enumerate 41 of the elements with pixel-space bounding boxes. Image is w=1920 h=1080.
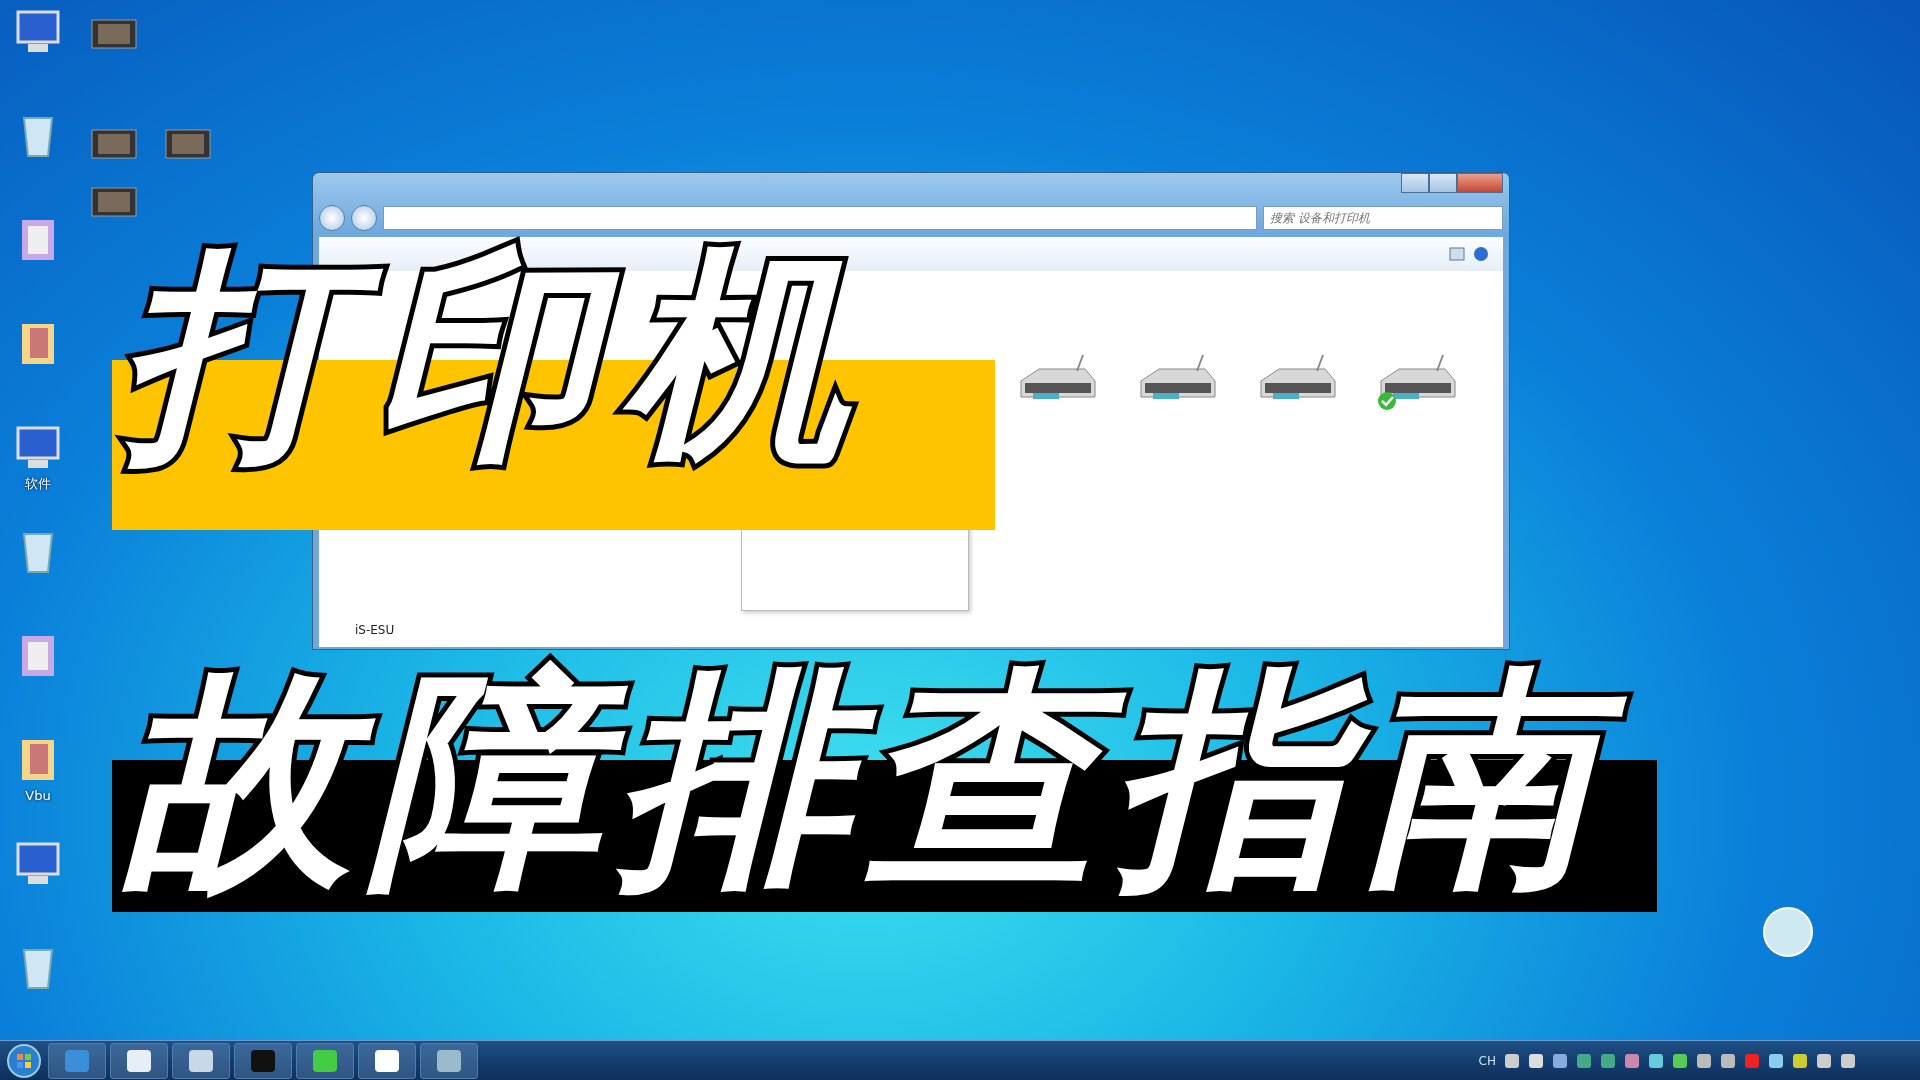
app-icon xyxy=(187,1047,215,1074)
tray-icon[interactable] xyxy=(1768,1052,1784,1069)
minimize-button[interactable] xyxy=(1401,173,1429,193)
app-icon xyxy=(249,1047,277,1074)
taskbar-button[interactable] xyxy=(110,1042,168,1079)
app-icon xyxy=(125,1047,153,1074)
address-bar[interactable] xyxy=(383,206,1257,230)
search-field[interactable]: 搜索 设备和打印机 xyxy=(1263,206,1503,230)
app-icon xyxy=(311,1047,339,1074)
taskbar-button[interactable] xyxy=(172,1042,230,1079)
icon-label: 软件 xyxy=(25,475,51,493)
help-icon[interactable] xyxy=(1473,246,1489,262)
app-icon xyxy=(373,1047,401,1074)
printer-label: iS-ESU xyxy=(355,622,395,639)
start-button[interactable] xyxy=(4,1042,44,1079)
tray-icon[interactable] xyxy=(1576,1052,1592,1069)
close-button[interactable] xyxy=(1457,173,1503,193)
tray-icon[interactable] xyxy=(1624,1052,1640,1069)
tray-icon[interactable] xyxy=(1840,1052,1856,1069)
tray-icon[interactable] xyxy=(1528,1052,1544,1069)
tray-icon[interactable] xyxy=(1504,1052,1520,1069)
taskbar-button[interactable] xyxy=(234,1042,292,1079)
app-icon xyxy=(435,1047,463,1074)
tray-icon[interactable] xyxy=(1816,1052,1832,1069)
icon-label: Vbu xyxy=(25,787,51,805)
back-button[interactable] xyxy=(319,205,345,231)
tray-icon[interactable] xyxy=(1552,1052,1568,1069)
tray-icon[interactable] xyxy=(1792,1052,1808,1069)
maximize-button[interactable] xyxy=(1429,173,1457,193)
tray-icon[interactable] xyxy=(1648,1052,1664,1069)
language-indicator: CH xyxy=(1478,1052,1496,1070)
tray-icon[interactable] xyxy=(1672,1052,1688,1069)
app-icon xyxy=(63,1047,91,1074)
tray-icon[interactable] xyxy=(1720,1052,1736,1069)
tray-icon[interactable] xyxy=(1600,1052,1616,1069)
taskbar-button[interactable] xyxy=(420,1042,478,1079)
tray-icon[interactable] xyxy=(1696,1052,1712,1069)
taskbar-button[interactable] xyxy=(358,1042,416,1079)
taskbar-button[interactable] xyxy=(296,1042,354,1079)
forward-button[interactable] xyxy=(351,205,377,231)
floating-ball-icon[interactable] xyxy=(1762,906,1814,958)
